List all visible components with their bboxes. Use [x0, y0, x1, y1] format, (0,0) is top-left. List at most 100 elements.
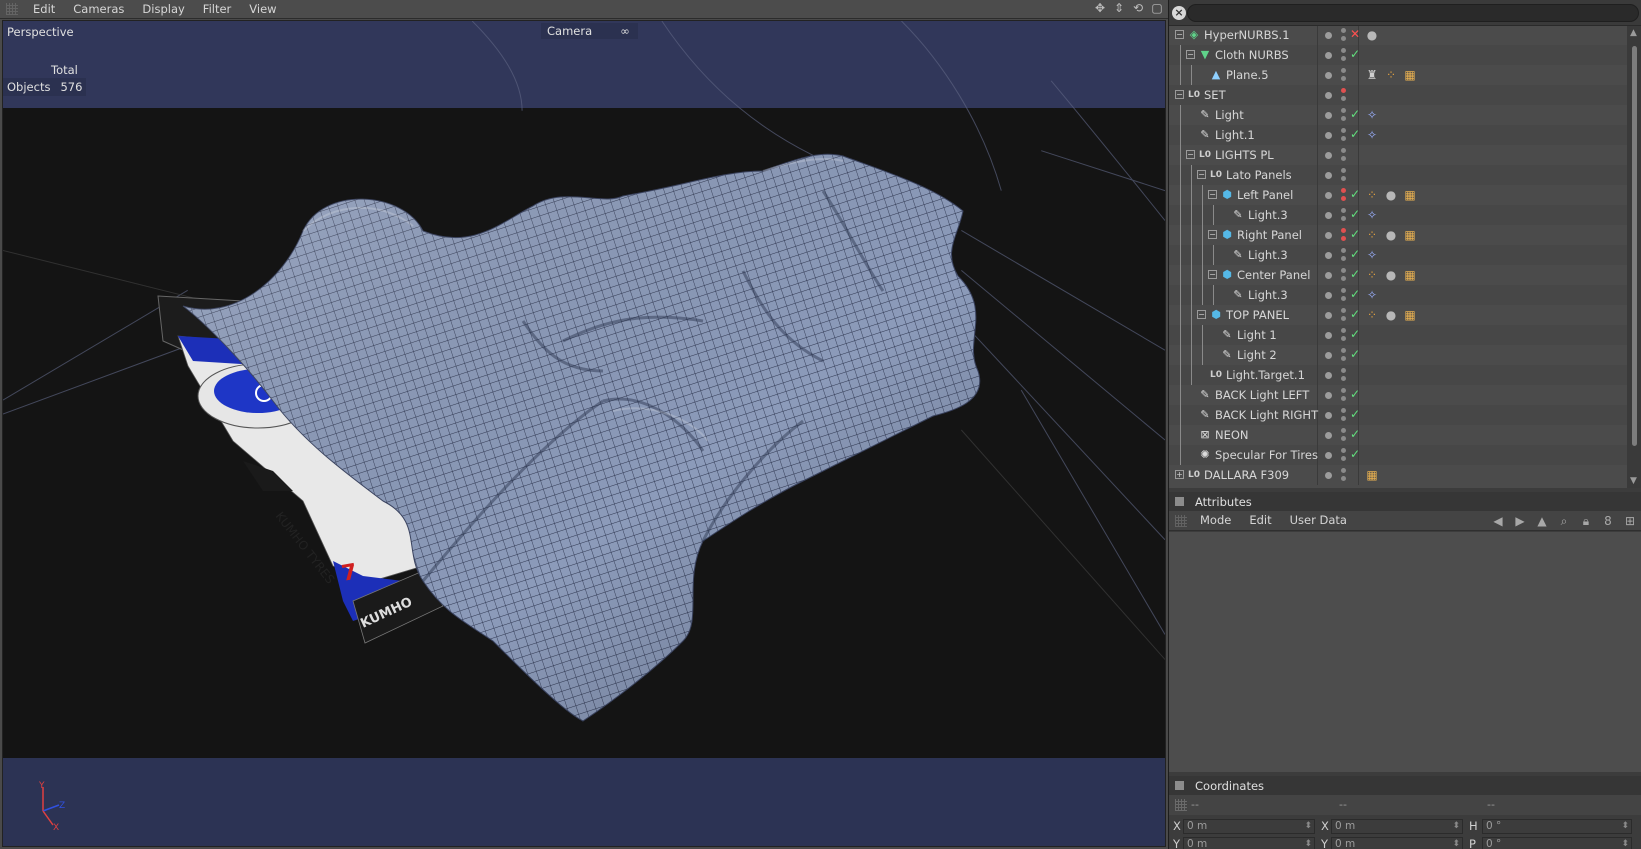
layer-dot-icon[interactable]: [1325, 112, 1332, 119]
object-name[interactable]: SET: [1204, 88, 1226, 102]
object-name[interactable]: NEON: [1215, 428, 1249, 442]
layer-dot-icon[interactable]: [1325, 72, 1332, 79]
editor-visibility-icon[interactable]: [1341, 208, 1346, 213]
attr-menu-mode[interactable]: Mode: [1191, 511, 1240, 530]
render-visibility-icon[interactable]: [1341, 216, 1346, 221]
object-row[interactable]: ✺ Specular For Tires ✓: [1169, 445, 1627, 465]
enabled-check-icon[interactable]: ✓: [1350, 187, 1360, 201]
object-list-scrollbar[interactable]: ▲ ▼: [1627, 26, 1641, 488]
target-tag-icon[interactable]: ✧: [1364, 127, 1380, 143]
object-row[interactable]: − ⬢ Right Panel ✓ ⁘ ● ▦: [1169, 225, 1627, 245]
object-name-cell[interactable]: − L0 Lato Panels: [1169, 165, 1318, 185]
editor-visibility-icon[interactable]: [1341, 348, 1346, 353]
enabled-check-icon[interactable]: ✓: [1350, 347, 1360, 361]
object-row[interactable]: − ◈ HyperNURBS.1 ✕ ●: [1169, 26, 1627, 45]
layer-dot-icon[interactable]: [1325, 52, 1332, 59]
grip-icon[interactable]: [1175, 514, 1187, 527]
render-visibility-icon[interactable]: [1341, 196, 1346, 201]
coord-size-mode[interactable]: --: [1339, 798, 1347, 811]
material-tag-icon[interactable]: ●: [1383, 267, 1399, 283]
layer-dot-icon[interactable]: [1325, 352, 1332, 359]
collapse-icon[interactable]: −: [1186, 150, 1195, 159]
target-tag-icon[interactable]: ✧: [1364, 107, 1380, 123]
texture-tag-icon[interactable]: ⁘: [1364, 227, 1380, 243]
object-name[interactable]: Plane.5: [1226, 68, 1269, 82]
object-name-cell[interactable]: ⊠ NEON: [1169, 425, 1318, 445]
object-name-cell[interactable]: ▲ Plane.5: [1169, 65, 1318, 85]
editor-visibility-icon[interactable]: [1341, 388, 1346, 393]
texture-tag-icon[interactable]: ⁘: [1364, 307, 1380, 323]
layer-dot-icon[interactable]: [1325, 212, 1332, 219]
collapse-icon[interactable]: −: [1175, 30, 1184, 39]
render-visibility-icon[interactable]: [1341, 236, 1346, 241]
enabled-check-icon[interactable]: ✓: [1350, 427, 1360, 441]
layer-dot-icon[interactable]: [1325, 172, 1332, 179]
enabled-check-icon[interactable]: ✓: [1350, 327, 1360, 341]
render-visibility-icon[interactable]: [1341, 156, 1346, 161]
editor-visibility-icon[interactable]: [1341, 128, 1346, 133]
object-name[interactable]: Light 1: [1237, 328, 1277, 342]
enabled-check-icon[interactable]: ✓: [1350, 247, 1360, 261]
editor-visibility-icon[interactable]: [1341, 188, 1346, 193]
object-name[interactable]: BACK Light LEFT: [1215, 388, 1309, 402]
object-row[interactable]: ✎ Light.3 ✓ ✧: [1169, 285, 1627, 305]
camera-indicator[interactable]: Camera ∞: [541, 23, 638, 39]
render-visibility-icon[interactable]: [1341, 456, 1346, 461]
render-visibility-icon[interactable]: [1341, 76, 1346, 81]
object-row[interactable]: − ⬢ Center Panel ✓ ⁘ ● ▦: [1169, 265, 1627, 285]
enabled-check-icon[interactable]: ✓: [1350, 107, 1360, 121]
coord-size-x-field[interactable]: 0 m ⬍: [1331, 819, 1463, 834]
enabled-check-icon[interactable]: ✓: [1350, 447, 1360, 461]
object-name[interactable]: Left Panel: [1237, 188, 1293, 202]
layer-dot-icon[interactable]: [1325, 372, 1332, 379]
object-row[interactable]: ▲ Plane.5 ♜ ⁘ ▦: [1169, 65, 1627, 85]
back-arrow-icon[interactable]: ◀: [1490, 513, 1506, 529]
cloth-tag-icon[interactable]: ♜: [1364, 67, 1380, 83]
texture-tag-icon[interactable]: ⁘: [1364, 267, 1380, 283]
material-tag-icon[interactable]: ●: [1383, 227, 1399, 243]
object-name[interactable]: Right Panel: [1237, 228, 1302, 242]
object-manager-list[interactable]: − ◈ HyperNURBS.1 ✕ ● − ▼ Cloth NURBS ✓ ▲ Plane.5 ♜ ⁘…: [1169, 26, 1627, 488]
object-name[interactable]: Light.3: [1248, 208, 1288, 222]
render-visibility-icon[interactable]: [1341, 136, 1346, 141]
target-tag-icon[interactable]: ✧: [1364, 207, 1380, 223]
menu-cameras[interactable]: Cameras: [64, 0, 133, 19]
object-row[interactable]: − L0 SET: [1169, 85, 1627, 105]
editor-visibility-icon[interactable]: [1341, 268, 1346, 273]
enabled-check-icon[interactable]: ✓: [1350, 387, 1360, 401]
render-visibility-icon[interactable]: [1341, 56, 1346, 61]
object-row[interactable]: ✎ Light 1 ✓: [1169, 325, 1627, 345]
object-name[interactable]: TOP PANEL: [1226, 308, 1289, 322]
target-tag-icon[interactable]: ✧: [1364, 287, 1380, 303]
object-name-cell[interactable]: ✎ Light 1: [1169, 325, 1318, 345]
object-name[interactable]: DALLARA F309: [1204, 468, 1289, 482]
editor-visibility-icon[interactable]: [1341, 368, 1346, 373]
object-name-cell[interactable]: ✺ Specular For Tires: [1169, 445, 1318, 465]
compositing-tag-icon[interactable]: ▦: [1402, 307, 1418, 323]
layer-dot-icon[interactable]: [1325, 252, 1332, 259]
layer-dot-icon[interactable]: [1325, 272, 1332, 279]
scroll-down-icon[interactable]: ▼: [1630, 476, 1637, 486]
object-row[interactable]: − L0 LIGHTS PL: [1169, 145, 1627, 165]
editor-visibility-icon[interactable]: [1341, 288, 1346, 293]
layer-dot-icon[interactable]: [1325, 412, 1332, 419]
object-row[interactable]: ✎ BACK Light LEFT ✓: [1169, 385, 1627, 405]
object-row[interactable]: ✎ Light.3 ✓ ✧: [1169, 205, 1627, 225]
layer-dot-icon[interactable]: [1325, 472, 1332, 479]
compositing-tag-icon[interactable]: ▦: [1402, 67, 1418, 83]
render-visibility-icon[interactable]: [1341, 96, 1346, 101]
close-icon[interactable]: ×: [1172, 6, 1186, 20]
disabled-x-icon[interactable]: ✕: [1350, 27, 1360, 41]
coord-size-y-field[interactable]: 0 m ⬍: [1331, 837, 1463, 849]
object-row[interactable]: ✎ Light.1 ✓ ✧: [1169, 125, 1627, 145]
object-name-cell[interactable]: ✎ Light.1: [1169, 125, 1318, 145]
object-name[interactable]: Light.1: [1215, 128, 1255, 142]
material-tag-icon[interactable]: ●: [1383, 307, 1399, 323]
menu-filter[interactable]: Filter: [194, 0, 240, 19]
object-name-cell[interactable]: ✎ Light: [1169, 105, 1318, 125]
enabled-check-icon[interactable]: ✓: [1350, 287, 1360, 301]
object-name-cell[interactable]: L0 Light.Target.1: [1169, 365, 1318, 385]
grip-icon[interactable]: [1175, 799, 1187, 811]
render-visibility-icon[interactable]: [1341, 396, 1346, 401]
object-row[interactable]: ⊠ NEON ✓: [1169, 425, 1627, 445]
